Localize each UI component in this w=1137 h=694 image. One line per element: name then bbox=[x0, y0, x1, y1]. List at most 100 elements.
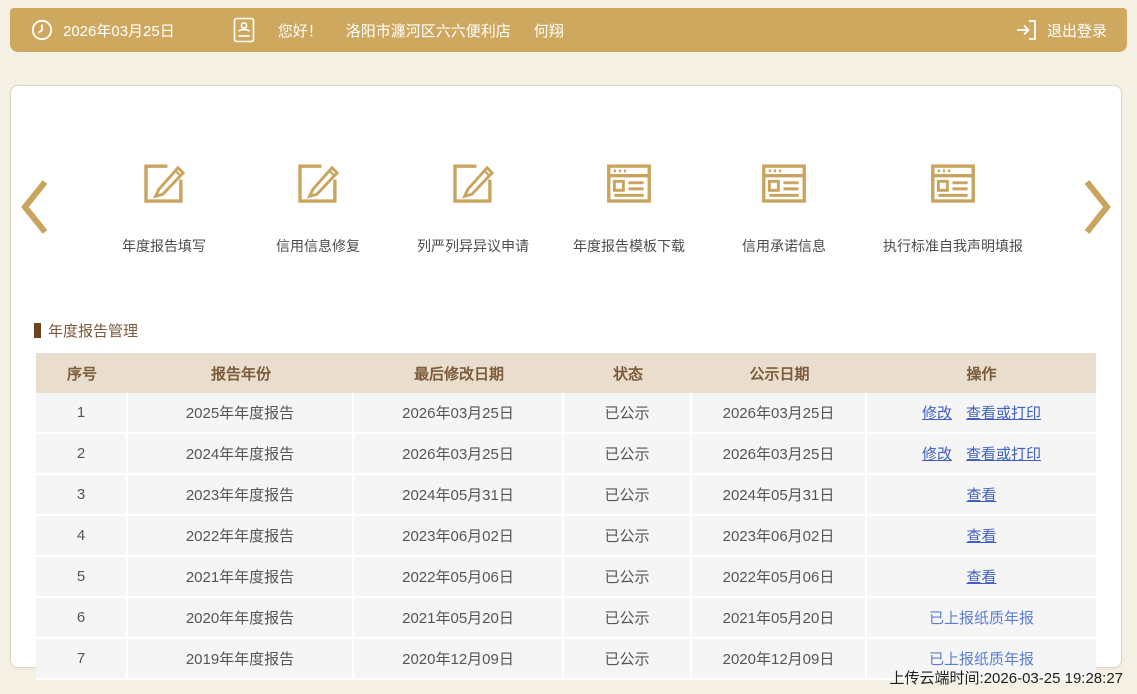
action-link[interactable]: 修改 bbox=[922, 405, 952, 422]
id-card-icon bbox=[233, 17, 255, 43]
chevron-right-icon bbox=[1081, 176, 1115, 238]
cell-modified: 2024年05月31日 bbox=[354, 475, 564, 516]
action-link[interactable]: 修改 bbox=[922, 446, 952, 463]
cell-index: 6 bbox=[36, 598, 128, 639]
cell-year: 2022年年度报告 bbox=[128, 516, 354, 557]
logout-icon bbox=[1014, 18, 1038, 42]
clock-icon bbox=[30, 18, 54, 42]
table-row: 4 2022年年度报告 2023年06月02日 已公示 2023年06月02日 … bbox=[36, 516, 1096, 557]
action-link[interactable]: 查看 bbox=[966, 487, 996, 504]
cell-status: 已公示 bbox=[564, 475, 692, 516]
cell-year: 2025年年度报告 bbox=[128, 393, 354, 434]
cell-status: 已公示 bbox=[564, 434, 692, 475]
prev-arrow-button[interactable] bbox=[11, 176, 57, 238]
cell-actions: 修改查看或打印 bbox=[867, 393, 1096, 434]
menu-items: 年度报告填写 信用信息修复 bbox=[57, 148, 1075, 256]
column-header: 报告年份 bbox=[128, 353, 354, 393]
cell-actions: 查看 bbox=[867, 557, 1096, 598]
browser-icon bbox=[757, 156, 811, 210]
cell-modified: 2026年03月25日 bbox=[354, 434, 564, 475]
column-header: 最后修改日期 bbox=[354, 353, 564, 393]
column-header: 操作 bbox=[867, 353, 1096, 393]
cell-index: 3 bbox=[36, 475, 128, 516]
cell-publish: 2024年05月31日 bbox=[692, 475, 867, 516]
cell-index: 5 bbox=[36, 557, 128, 598]
action-link[interactable]: 查看 bbox=[966, 528, 996, 545]
column-header: 公示日期 bbox=[692, 353, 867, 393]
cell-status: 已公示 bbox=[564, 598, 692, 639]
action-text-link[interactable]: 已上报纸质年报 bbox=[929, 610, 1034, 627]
action-link[interactable]: 查看或打印 bbox=[966, 405, 1041, 422]
table-row: 5 2021年年度报告 2022年05月06日 已公示 2022年05月06日 … bbox=[36, 557, 1096, 598]
table-row: 3 2023年年度报告 2024年05月31日 已公示 2024年05月31日 … bbox=[36, 475, 1096, 516]
cell-index: 2 bbox=[36, 434, 128, 475]
browser-icon bbox=[602, 156, 656, 210]
logout-label: 退出登录 bbox=[1047, 20, 1107, 41]
section-title-text: 年度报告管理 bbox=[48, 320, 138, 341]
cell-modified: 2021年05月20日 bbox=[354, 598, 564, 639]
report-table-body: 1 2025年年度报告 2026年03月25日 已公示 2026年03月25日 … bbox=[36, 393, 1096, 680]
greeting-group: 您好！ 洛阳市瀍河区六六便利店 何翔 bbox=[233, 17, 564, 43]
cell-modified: 2020年12月09日 bbox=[354, 639, 564, 680]
greeting-hello: 您好！ bbox=[278, 20, 323, 41]
header-row: 序号报告年份最后修改日期状态公示日期操作 bbox=[36, 353, 1096, 393]
menu-item[interactable]: 信用信息修复 bbox=[263, 148, 373, 256]
menu-item[interactable]: 年度报告模板下载 bbox=[573, 148, 685, 256]
column-header: 序号 bbox=[36, 353, 128, 393]
menu-item-label: 执行标准自我声明填报 bbox=[883, 236, 1023, 256]
menu-item[interactable]: 年度报告填写 bbox=[109, 148, 219, 256]
menu-item-label: 信用承诺信息 bbox=[742, 236, 826, 256]
table-row: 6 2020年年度报告 2021年05月20日 已公示 2021年05月20日 … bbox=[36, 598, 1096, 639]
chevron-left-icon bbox=[17, 176, 51, 238]
next-arrow-button[interactable] bbox=[1075, 176, 1121, 238]
edit-icon bbox=[137, 156, 191, 210]
cell-modified: 2026年03月25日 bbox=[354, 393, 564, 434]
browser-icon bbox=[926, 156, 980, 210]
cell-publish: 2020年12月09日 bbox=[692, 639, 867, 680]
menu-item[interactable]: 执行标准自我声明填报 bbox=[883, 148, 1023, 256]
menu-item[interactable]: 列严列异异议申请 bbox=[417, 148, 529, 256]
cell-actions: 修改查看或打印 bbox=[867, 434, 1096, 475]
edit-icon bbox=[446, 156, 500, 210]
greeting-company: 洛阳市瀍河区六六便利店 bbox=[346, 20, 511, 41]
greeting-user: 何翔 bbox=[534, 20, 564, 41]
cell-publish: 2026年03月25日 bbox=[692, 393, 867, 434]
upload-time: 上传云端时间:2026-03-25 19:28:27 bbox=[890, 667, 1123, 688]
cell-status: 已公示 bbox=[564, 516, 692, 557]
cell-actions: 查看 bbox=[867, 475, 1096, 516]
table-row: 2 2024年年度报告 2026年03月25日 已公示 2026年03月25日 … bbox=[36, 434, 1096, 475]
cell-publish: 2022年05月06日 bbox=[692, 557, 867, 598]
cell-index: 7 bbox=[36, 639, 128, 680]
cell-index: 4 bbox=[36, 516, 128, 557]
section-title: 年度报告管理 bbox=[34, 320, 1121, 341]
table-row: 1 2025年年度报告 2026年03月25日 已公示 2026年03月25日 … bbox=[36, 393, 1096, 434]
cell-year: 2019年年度报告 bbox=[128, 639, 354, 680]
report-table-head: 序号报告年份最后修改日期状态公示日期操作 bbox=[36, 353, 1096, 393]
action-link[interactable]: 查看 bbox=[966, 569, 996, 586]
cell-year: 2021年年度报告 bbox=[128, 557, 354, 598]
report-table: 序号报告年份最后修改日期状态公示日期操作 1 2025年年度报告 2026年03… bbox=[36, 353, 1096, 680]
action-text-link[interactable]: 已上报纸质年报 bbox=[929, 651, 1034, 668]
cell-status: 已公示 bbox=[564, 557, 692, 598]
cell-actions: 已上报纸质年报 bbox=[867, 598, 1096, 639]
top-bar: 2026年03月25日 您好！ 洛阳市瀍河区六六便利店 何翔 退出登录 bbox=[10, 8, 1127, 52]
shortcut-carousel: 年度报告填写 信用信息修复 bbox=[11, 148, 1121, 316]
menu-item-label: 年度报告模板下载 bbox=[573, 236, 685, 256]
cell-actions: 查看 bbox=[867, 516, 1096, 557]
date-group: 2026年03月25日 bbox=[30, 18, 175, 42]
edit-icon bbox=[291, 156, 345, 210]
column-header: 状态 bbox=[564, 353, 692, 393]
cell-year: 2020年年度报告 bbox=[128, 598, 354, 639]
logout-button[interactable]: 退出登录 bbox=[1014, 18, 1107, 42]
cell-index: 1 bbox=[36, 393, 128, 434]
cell-publish: 2021年05月20日 bbox=[692, 598, 867, 639]
cell-year: 2024年年度报告 bbox=[128, 434, 354, 475]
cell-publish: 2026年03月25日 bbox=[692, 434, 867, 475]
menu-item[interactable]: 信用承诺信息 bbox=[729, 148, 839, 256]
main-card: 年度报告填写 信用信息修复 bbox=[10, 85, 1122, 668]
cell-status: 已公示 bbox=[564, 393, 692, 434]
action-link[interactable]: 查看或打印 bbox=[966, 446, 1041, 463]
current-date: 2026年03月25日 bbox=[63, 20, 175, 41]
menu-item-label: 列严列异异议申请 bbox=[417, 236, 529, 256]
cell-modified: 2022年05月06日 bbox=[354, 557, 564, 598]
